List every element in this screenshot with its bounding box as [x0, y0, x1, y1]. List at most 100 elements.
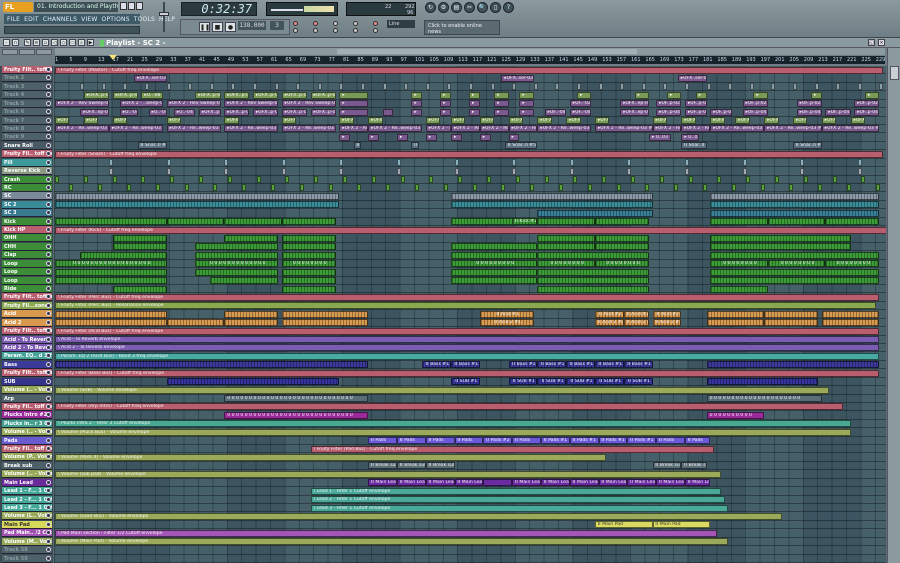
pattern-clip[interactable] — [317, 83, 322, 91]
pattern-clip[interactable] — [616, 184, 621, 192]
master-volume-slider[interactable] — [158, 2, 170, 36]
pattern-clip[interactable]: ▸ — [411, 108, 423, 116]
option-toggle[interactable] — [373, 21, 378, 26]
pattern-clip[interactable] — [80, 251, 167, 259]
pattern-clip[interactable]: ⌷ Main Lead — [368, 479, 397, 487]
pattern-clip[interactable]: ▸UF..p-04 — [854, 108, 880, 116]
pattern-clip[interactable] — [559, 184, 563, 192]
paint-tool-icon[interactable]: ≋ — [33, 39, 40, 46]
pattern-clip[interactable] — [706, 319, 765, 327]
pattern-clip[interactable]: ▸ — [577, 91, 592, 99]
pattern-clip[interactable]: ▸UFX — [112, 117, 127, 125]
pattern-clip[interactable] — [674, 184, 679, 192]
pattern-clip[interactable] — [451, 192, 653, 200]
track-header[interactable]: Lead 3 - F... 1 Cutoff — [2, 504, 52, 513]
track-header[interactable]: Ride — [2, 285, 52, 294]
pattern-clip[interactable] — [109, 159, 113, 167]
pattern-clip[interactable]: ⌷ Kick #2 — [512, 218, 538, 226]
option-toggle[interactable] — [293, 21, 298, 26]
playhead-marker[interactable] — [108, 55, 117, 60]
pattern-clip[interactable] — [101, 83, 106, 91]
pattern-clip[interactable]: ▸UFX..p-04 — [281, 108, 307, 116]
pattern-clip[interactable] — [195, 251, 279, 259]
track-header[interactable]: Break sub — [2, 461, 52, 470]
pattern-clip[interactable] — [710, 234, 851, 242]
menu-options[interactable]: OPTIONS — [102, 16, 130, 23]
pattern-clip[interactable] — [447, 83, 452, 91]
pattern-clip[interactable] — [764, 310, 819, 318]
pattern-clip[interactable]: ▸UFX 2 - Re — [451, 125, 480, 133]
track-header[interactable]: Volume (P.. Volume — [2, 453, 52, 462]
pattern-clip[interactable]: ▸UF..-02 — [569, 100, 592, 108]
track-header[interactable]: Snare Roll — [2, 141, 52, 150]
track-header[interactable]: Track 3 — [2, 82, 52, 91]
pattern-clip[interactable] — [55, 201, 340, 209]
track-mute-button[interactable] — [46, 168, 51, 174]
pattern-clip[interactable]: ⌷ Main Lead — [656, 479, 685, 487]
option-toggle[interactable] — [293, 28, 298, 33]
pattern-clip[interactable] — [55, 176, 59, 183]
pattern-clip[interactable]: 0 0 0 0 0 0 0 0 — [710, 260, 768, 268]
pattern-clip[interactable] — [771, 83, 776, 91]
track-header[interactable]: Fruity Fil.. toff freq — [2, 150, 52, 159]
pattern-clip[interactable]: ▸UFX — [281, 117, 297, 125]
pattern-clip[interactable]: ⌷ Acid 2 #2 — [623, 319, 649, 327]
pattern-clip[interactable]: ▸ — [339, 100, 369, 108]
automation-clip[interactable]: \ Volume (Lead Bus) - Volume envelope — [55, 512, 783, 520]
pattern-clip[interactable]: ⌷ — [411, 142, 419, 150]
pattern-clip[interactable]: ⌷ Break sub — [681, 462, 707, 470]
pattern-clip[interactable] — [706, 361, 880, 369]
pattern-clip[interactable]: ⌷ Main Lead — [454, 479, 484, 487]
pattern-clip[interactable] — [703, 184, 707, 192]
pattern-clip[interactable] — [274, 83, 279, 91]
pattern-clip[interactable]: ▸UFX 2 - Re..weep-03 #2 — [537, 125, 592, 133]
track-header[interactable]: Track 2 — [2, 74, 52, 83]
minimize-button[interactable] — [120, 2, 127, 10]
track-header[interactable]: Lead 2 - F... 1 Cutoff — [2, 495, 52, 504]
pattern-clip[interactable]: 0 0 0 0 0 0 0 0 — [825, 260, 880, 268]
settings-icon[interactable]: ⚙ — [438, 2, 449, 13]
pattern-clip[interactable]: ▸UFX..ser-03 — [501, 74, 534, 82]
pattern-clip[interactable]: ▸U..-04 — [173, 108, 196, 116]
pattern-clip[interactable] — [537, 243, 595, 251]
pattern-clip[interactable]: ▸U..-08 — [141, 91, 163, 99]
pattern-clip[interactable] — [537, 218, 595, 226]
pattern-clip[interactable]: ▸ — [494, 91, 509, 99]
pattern-clip[interactable]: ⌷ SUB #1 — [595, 378, 624, 386]
mute-tool-icon[interactable]: ◁ — [51, 39, 58, 46]
pattern-clip[interactable]: ▸UFX..ser-03 — [134, 74, 167, 82]
pattern-clip[interactable]: ▸UFX..p-04 — [224, 108, 250, 116]
pattern-clip[interactable] — [537, 251, 649, 259]
pattern-clip[interactable] — [595, 218, 649, 226]
pattern-clip[interactable] — [339, 167, 344, 175]
pattern-clip[interactable]: ▸UF..p-02 — [796, 100, 822, 108]
pattern-clip[interactable]: ▸ — [368, 133, 379, 141]
track-mute-button[interactable] — [46, 201, 51, 207]
track-mute-button[interactable] — [46, 437, 51, 443]
automation-clip[interactable]: \ Acid - To Reverb envelope — [55, 336, 880, 344]
pattern-clip[interactable] — [501, 184, 506, 192]
pattern-clip[interactable]: ▸ — [519, 108, 534, 116]
pattern-clip[interactable] — [195, 268, 279, 276]
track-header[interactable]: Loop — [2, 259, 52, 268]
track-header[interactable]: Volume (M.. Volume — [2, 537, 52, 546]
pattern-clip[interactable]: ▸UFX — [764, 117, 779, 125]
pattern-number[interactable]: 3 — [270, 21, 284, 30]
pattern-clip[interactable]: ▸UFX 2 - Re..weep-03 #2 — [368, 125, 423, 133]
pattern-clip[interactable] — [155, 184, 160, 192]
close-button[interactable] — [136, 2, 143, 10]
pattern-clip[interactable] — [483, 479, 513, 487]
pattern-clip[interactable] — [454, 167, 459, 175]
pattern-clip[interactable] — [602, 176, 607, 183]
pattern-clip[interactable] — [451, 201, 653, 209]
pattern-clip[interactable]: ▸UFX 2 - Rev Sweep-02 — [281, 100, 336, 108]
pattern-clip[interactable]: ▸UF..p-04 — [825, 108, 851, 116]
track-header[interactable]: Acid - To Reverb — [2, 335, 52, 344]
pattern-clip[interactable]: ⌷ Acid 2 #2 — [595, 319, 624, 327]
pattern-clip[interactable]: ▸UFX — [508, 117, 523, 125]
pattern-clip[interactable] — [537, 277, 649, 285]
pattern-clip[interactable]: ▸ — [440, 108, 451, 116]
track-header[interactable]: CHH — [2, 242, 52, 251]
pattern-clip[interactable] — [361, 83, 365, 91]
pattern-clip[interactable]: ▸UFX 2 - Re..weep-03 #2 — [224, 125, 279, 133]
